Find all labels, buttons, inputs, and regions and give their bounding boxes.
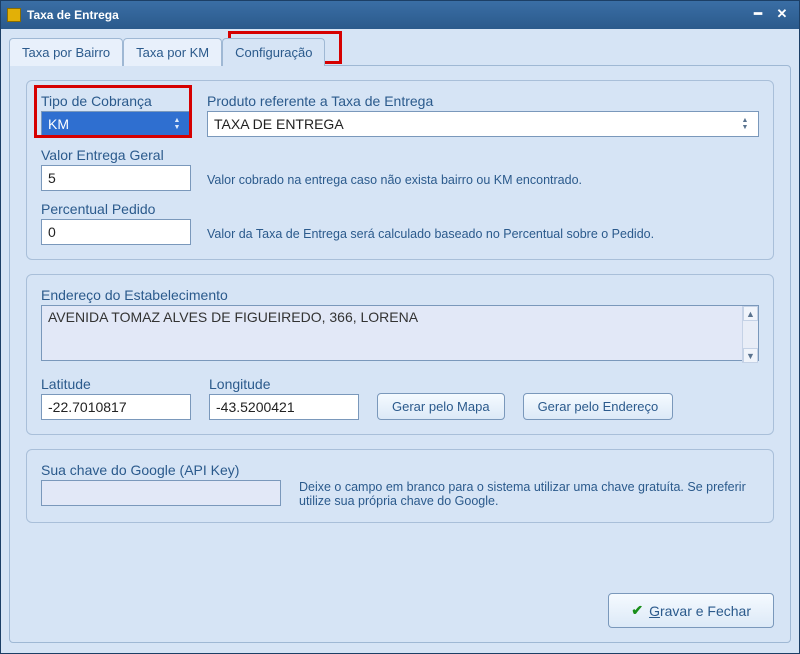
hint-percentual: Valor da Taxa de Entrega será calculado … [207, 227, 759, 241]
textarea-wrap: ▲ ▼ [41, 305, 759, 364]
textarea-endereco[interactable] [41, 305, 759, 361]
app-icon [7, 8, 21, 22]
label-longitude: Longitude [209, 376, 359, 392]
tab-taxa-por-km[interactable]: Taxa por KM [123, 38, 222, 66]
button-gerar-endereco[interactable]: Gerar pelo Endereço [523, 393, 674, 420]
input-latitude[interactable] [41, 394, 191, 420]
footer-bar: ✔ Gravar e Fechar [26, 587, 774, 628]
label-produto: Produto referente a Taxa de Entrega [207, 93, 759, 109]
tab-configuracao[interactable]: Configuração [222, 38, 325, 66]
client-area: Taxa por Bairro Taxa por KM Configuração… [1, 29, 799, 653]
input-percentual[interactable] [41, 219, 191, 245]
tabstrip: Taxa por Bairro Taxa por KM Configuração [9, 35, 791, 65]
save-label: Gravar e Fechar [649, 603, 751, 619]
textarea-scrollbar[interactable]: ▲ ▼ [742, 306, 758, 363]
label-percentual: Percentual Pedido [41, 201, 191, 217]
spinner-icon: ▲▼ [170, 118, 184, 131]
label-api-key: Sua chave do Google (API Key) [41, 462, 281, 478]
check-icon: ✔ [631, 602, 643, 619]
combo-produto[interactable]: TAXA DE ENTREGA ▲▼ [207, 111, 759, 137]
spinner-icon: ▲▼ [738, 118, 752, 131]
close-button[interactable]: ✕ [771, 6, 793, 24]
tab-panel-configuracao: Tipo de Cobrança KM ▲▼ Produto referente… [9, 65, 791, 643]
group-cobranca: Tipo de Cobrança KM ▲▼ Produto referente… [26, 80, 774, 260]
minimize-button[interactable]: ━ [747, 6, 769, 24]
label-tipo-cobranca: Tipo de Cobrança [41, 93, 191, 109]
scroll-down-icon[interactable]: ▼ [743, 348, 758, 363]
hint-api-key: Deixe o campo em branco para o sistema u… [299, 480, 759, 508]
group-endereco: Endereço do Estabelecimento ▲ ▼ Latitude… [26, 274, 774, 435]
window-frame: Taxa de Entrega ━ ✕ Taxa por Bairro Taxa… [0, 0, 800, 654]
input-valor-entrega[interactable] [41, 165, 191, 191]
button-gravar-fechar[interactable]: ✔ Gravar e Fechar [608, 593, 774, 628]
group-api-key: Sua chave do Google (API Key) Deixe o ca… [26, 449, 774, 523]
tab-taxa-por-bairro[interactable]: Taxa por Bairro [9, 38, 123, 66]
input-api-key[interactable] [41, 480, 281, 506]
titlebar: Taxa de Entrega ━ ✕ [1, 1, 799, 29]
combo-tipo-cobranca[interactable]: KM ▲▼ [41, 111, 191, 137]
label-valor-entrega: Valor Entrega Geral [41, 147, 191, 163]
hint-valor-entrega: Valor cobrado na entrega caso não exista… [207, 173, 759, 187]
window-title: Taxa de Entrega [27, 8, 745, 22]
label-endereco: Endereço do Estabelecimento [41, 287, 759, 303]
scroll-up-icon[interactable]: ▲ [743, 306, 758, 321]
label-latitude: Latitude [41, 376, 191, 392]
button-gerar-mapa[interactable]: Gerar pelo Mapa [377, 393, 505, 420]
input-longitude[interactable] [209, 394, 359, 420]
